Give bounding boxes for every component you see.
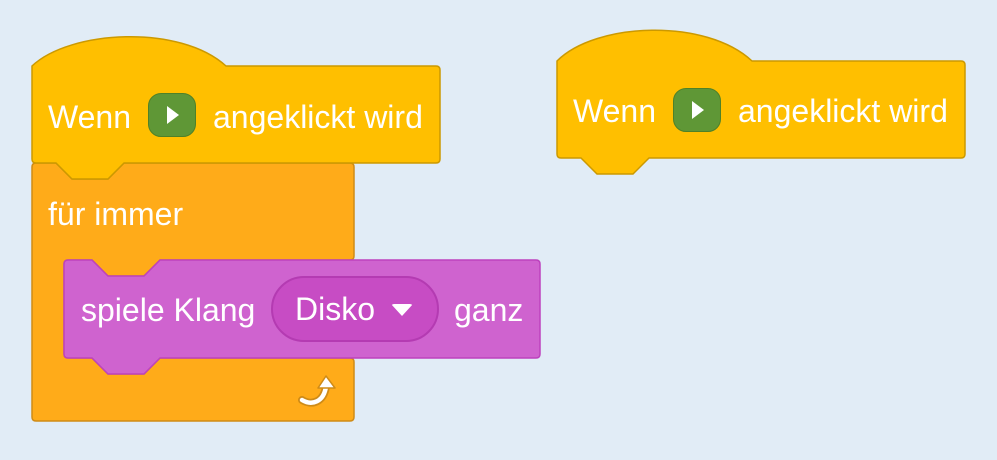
scripts-workspace[interactable]: Wenn angeklickt wird für immer spiele Kl… [0,0,997,460]
hat-when-label: Wenn [573,93,657,129]
until-done-label: ganz [454,292,524,328]
loop-arrow-icon [298,375,336,407]
hat-clicked-label: angeklickt wird [213,99,423,135]
forever-label: für immer [48,196,184,232]
play-sound-label: spiele Klang [81,292,256,328]
sound-menu-value: Disko [295,291,376,327]
dropdown-arrow-icon [391,304,413,316]
hat-when-label: Wenn [48,99,132,135]
hat-clicked-label: angeklickt wird [738,93,948,129]
green-flag-icon [673,88,721,132]
green-flag-icon [148,93,196,137]
sound-menu-dropdown[interactable]: Disko [271,276,439,342]
